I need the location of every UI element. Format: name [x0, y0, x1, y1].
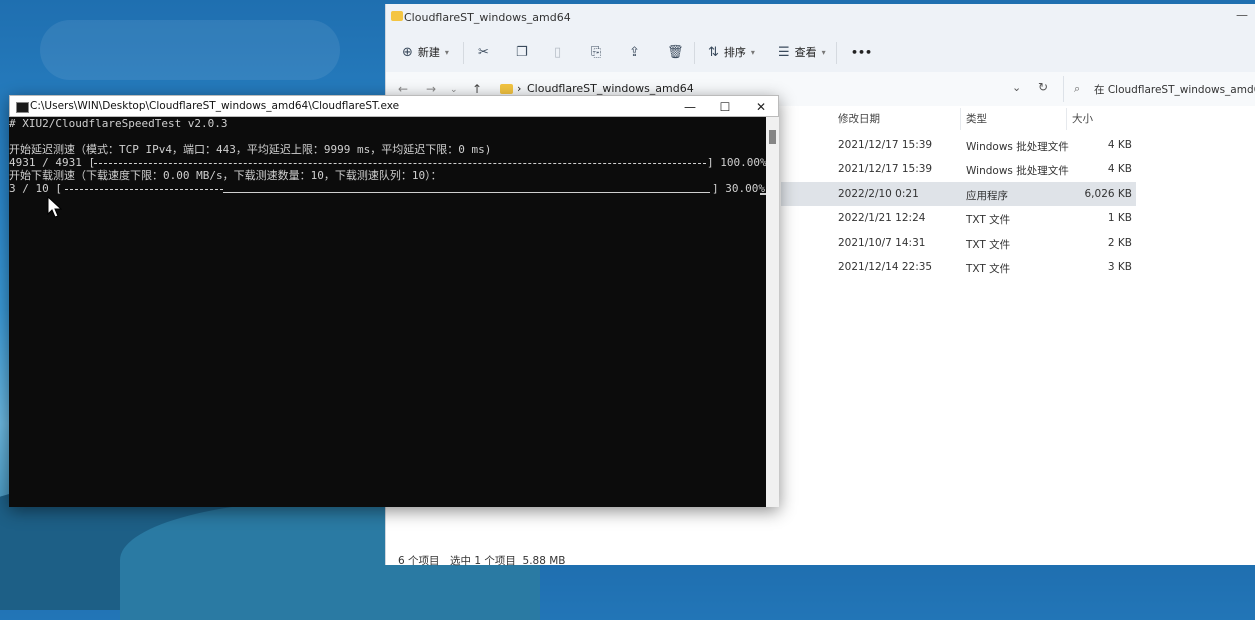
selection-info: 选中 1 个项目 5.88 MB — [450, 555, 566, 567]
download-progress-fill — [65, 182, 224, 190]
close-button[interactable]: ✕ — [744, 98, 778, 116]
up-arrow-icon[interactable]: ↑ — [472, 82, 482, 96]
file-type: TXT 文件 — [966, 238, 1011, 251]
copy-icon: ❐ — [516, 44, 528, 60]
file-size: 4 KB — [1107, 139, 1132, 151]
column-header-type[interactable]: 类型 — [966, 111, 987, 126]
wallpaper-cloud — [40, 20, 340, 80]
file-type: TXT 文件 — [966, 263, 1011, 275]
file-size: 6,026 KB — [1084, 187, 1133, 200]
view-label: 查看 — [794, 46, 817, 59]
item-count: 6 个项目 — [398, 555, 440, 567]
sort-button[interactable]: ⇅ 排序 ▾ — [708, 42, 755, 62]
file-row[interactable]: 2022/2/10 0:21 应用程序 6,026 KB — [781, 181, 1136, 206]
console-titlebar[interactable]: C:\Users\WIN\Desktop\CloudflareST_window… — [9, 95, 779, 117]
new-button[interactable]: ⊕ 新建 ▾ — [402, 42, 449, 62]
download-percent-text: ] 30.00% — [712, 182, 765, 195]
scissors-icon: ✂ — [478, 44, 489, 60]
download-progress-bar — [65, 182, 710, 234]
list-view-icon: ☰ — [778, 44, 790, 60]
file-size: 3 KB — [1107, 261, 1132, 273]
share-icon: ⇪ — [629, 44, 640, 60]
new-label: 新建 — [417, 46, 440, 59]
toolbar-divider — [836, 42, 837, 64]
file-type: Windows 批处理文件 — [966, 141, 1069, 153]
command-bar: ⊕ 新建 ▾ ✂ ❐ ▯ ⎘ ⇪ 🗑 ⇅ 排序 ▾ ☰ 查看 ▾ ••• — [386, 32, 1255, 73]
column-header-size[interactable]: 大小 — [1072, 111, 1093, 126]
column-divider[interactable] — [1066, 108, 1067, 130]
download-start-line: 开始下载测速（下载速度下限：0.00 MB/s，下载测速数量：10，下载测速队列… — [9, 169, 442, 182]
file-type: Windows 批处理文件 — [966, 165, 1069, 178]
file-date: 2022/1/21 12:24 — [838, 212, 926, 225]
more-options-button[interactable]: ••• — [851, 42, 872, 62]
chevron-down-icon: ▾ — [750, 47, 755, 57]
explorer-titlebar[interactable]: CloudflareST_windows_amd64 — — [386, 4, 1255, 32]
file-size: 4 KB — [1107, 163, 1132, 176]
file-row[interactable]: 2021/12/17 15:39 Windows 批处理文件 4 KB — [781, 133, 1136, 157]
file-row[interactable]: 2021/12/14 22:35 TXT 文件 3 KB — [781, 255, 1136, 279]
folder-icon — [391, 11, 403, 21]
address-dropdown-icon[interactable]: ⌄ — [1012, 81, 1021, 94]
explorer-title: CloudflareST_windows_amd64 — [404, 11, 571, 24]
latency-count-text: 4931 / 4931 [ — [9, 156, 96, 169]
chevron-down-icon: ▾ — [444, 47, 449, 57]
minimize-button[interactable]: — — [673, 98, 707, 116]
maximize-button[interactable]: ☐ — [708, 98, 742, 116]
delete-button[interactable]: 🗑 — [667, 42, 684, 62]
toolbar-divider — [463, 42, 464, 64]
view-button[interactable]: ☰ 查看 ▾ — [778, 42, 826, 62]
console-title: C:\Users\WIN\Desktop\CloudflareST_window… — [30, 100, 400, 112]
sort-icon: ⇅ — [708, 44, 719, 60]
latency-percent-text: ] 100.00% — [707, 156, 767, 169]
scrollbar-thumb[interactable] — [769, 130, 776, 144]
copy-button[interactable]: ❐ — [516, 42, 528, 62]
file-type: 应用程序 — [966, 189, 1008, 202]
download-progress-remaining — [223, 182, 710, 193]
file-row[interactable]: 2021/12/17 15:39 Windows 批处理文件 4 KB — [781, 157, 1136, 181]
rename-icon: ⎘ — [591, 44, 602, 60]
download-count-text: 3 / 10 [ — [9, 182, 62, 195]
rename-button[interactable]: ⎘ — [591, 42, 601, 62]
search-icon: ⌕ — [1074, 82, 1081, 95]
breadcrumb-separator-icon: › — [517, 82, 522, 95]
minimize-icon[interactable]: — — [1236, 8, 1248, 22]
file-type: TXT 文件 — [966, 214, 1011, 227]
folder-icon — [500, 84, 513, 94]
sort-label: 排序 — [723, 46, 746, 59]
latency-progress-fill — [94, 156, 706, 164]
recent-locations-chevron-icon[interactable]: ⌄ — [450, 85, 458, 95]
paste-icon: ▯ — [554, 44, 562, 60]
trash-icon: 🗑 — [667, 44, 684, 60]
refresh-icon[interactable]: ↻ — [1038, 80, 1048, 94]
toolbar-divider — [694, 42, 695, 64]
version-line: # XIU2/CloudflareSpeedTest v2.0.3 — [9, 117, 228, 130]
console-window[interactable]: C:\Users\WIN\Desktop\CloudflareST_window… — [9, 95, 779, 507]
back-arrow-icon[interactable]: ← — [398, 82, 408, 96]
file-row[interactable]: 2021/10/7 14:31 TXT 文件 2 KB — [781, 231, 1136, 255]
latency-start-line: 开始延迟测速（模式：TCP IPv4，端口：443，平均延迟上限：9999 ms… — [9, 143, 492, 156]
file-row[interactable]: 2022/1/21 12:24 TXT 文件 1 KB — [781, 206, 1136, 230]
share-button[interactable]: ⇪ — [629, 42, 640, 62]
column-divider[interactable] — [960, 108, 961, 130]
file-date: 2022/2/10 0:21 — [838, 187, 919, 200]
file-date: 2021/10/7 14:31 — [838, 236, 926, 249]
console-app-icon — [16, 102, 29, 113]
file-date: 2021/12/17 15:39 — [838, 163, 933, 176]
search-box[interactable]: ⌕ 在 CloudflareST_windows_amd64 中 — [1063, 76, 1255, 102]
plus-circle-icon: ⊕ — [402, 44, 413, 60]
file-size: 1 KB — [1107, 212, 1132, 225]
breadcrumb-path[interactable]: CloudflareST_windows_amd64 — [527, 82, 694, 95]
column-header-date[interactable]: 修改日期 — [838, 111, 880, 126]
cut-button[interactable]: ✂ — [478, 42, 489, 62]
forward-arrow-icon[interactable]: → — [426, 82, 436, 96]
search-input[interactable]: 在 CloudflareST_windows_amd64 中 — [1094, 82, 1255, 97]
mouse-pointer-icon — [47, 196, 63, 218]
console-scrollbar[interactable] — [766, 117, 779, 507]
paste-button[interactable]: ▯ — [554, 42, 561, 62]
file-size: 2 KB — [1107, 236, 1132, 249]
file-date: 2021/12/17 15:39 — [838, 139, 933, 151]
chevron-down-icon: ▾ — [821, 47, 826, 57]
console-output[interactable]: # XIU2/CloudflareSpeedTest v2.0.3 开始延迟测速… — [9, 117, 767, 507]
file-date: 2021/12/14 22:35 — [838, 261, 933, 273]
